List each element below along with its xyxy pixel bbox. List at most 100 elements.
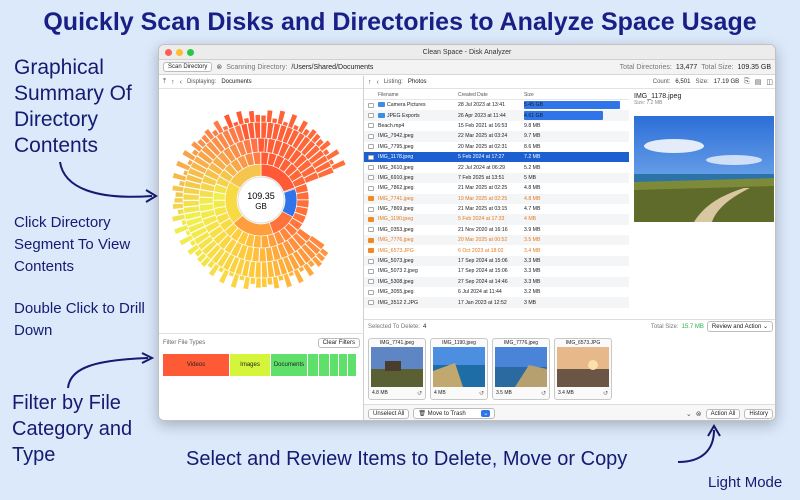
sunburst-segment[interactable] [249, 276, 256, 285]
export-icon[interactable]: ⎘ [744, 78, 750, 86]
table-row[interactable]: IMG_1190.jpeg 5 Feb 2024 at 17:33 4 MB [364, 214, 629, 225]
back-icon[interactable]: ‹ [180, 79, 182, 86]
table-row[interactable]: IMG_5073.jpeg 17 Sep 2024 at 15:06 3.3 MB [364, 255, 629, 267]
col-filename[interactable]: Filename [378, 92, 458, 98]
flag-icon[interactable] [368, 196, 374, 202]
sunburst-chart[interactable]: 109.35GB [159, 92, 364, 332]
history-button[interactable]: History [744, 408, 773, 419]
table-row[interactable]: IMG_7942.jpeg 22 Mar 2025 at 03:24 9.7 MB [364, 131, 629, 142]
table-row[interactable]: IMG_3055.jpeg 6 Jul 2024 at 11:44 3.2 MB [364, 287, 629, 297]
minimize-window-button[interactable] [176, 49, 183, 56]
select-checkbox[interactable] [368, 165, 374, 171]
filter-type-segment[interactable] [330, 354, 338, 376]
table-row[interactable]: IMG_5308.jpeg 27 Sep 2024 at 14:46 3.3 MB [364, 276, 629, 288]
flag-icon[interactable] [368, 216, 374, 222]
sunburst-segment[interactable] [253, 121, 261, 139]
sunburst-segment[interactable] [254, 261, 262, 279]
table-row[interactable]: Beach.mp4 15 Feb 2021 at 16:53 9.8 MB [364, 121, 629, 131]
sunburst-segment[interactable] [254, 114, 261, 123]
filter-type-segment[interactable] [308, 354, 318, 376]
sunburst-segment[interactable] [266, 276, 274, 286]
table-row[interactable]: IMG_0353.jpeg 21 Nov 2020 at 16:16 3.9 MB [364, 225, 629, 235]
select-checkbox[interactable] [368, 102, 374, 108]
thumb-item[interactable]: IMG_6573.JPG 3.4 MB ↺ [554, 338, 612, 400]
sunburst-segment[interactable] [172, 203, 184, 210]
col-created-date[interactable]: Created Date [458, 92, 524, 98]
table-row[interactable]: Camera Pictures 28 Jul 2023 at 13:41 5.45 … [364, 100, 629, 110]
undo-icon[interactable]: ↺ [541, 390, 546, 397]
sunburst-segment[interactable] [180, 219, 188, 226]
filter-type-segment[interactable] [339, 354, 347, 376]
select-checkbox[interactable] [368, 185, 374, 191]
table-row[interactable]: IMG_3512 2.JPG 17 Jan 2023 at 12:52 3 MB [364, 297, 629, 308]
sunburst-segment[interactable] [257, 137, 266, 153]
select-checkbox[interactable] [368, 258, 374, 264]
table-row[interactable]: IMG_7869.jpeg 21 Mar 2025 at 03:15 4.7 MB [364, 204, 629, 214]
unselect-all-button[interactable]: Unselect All [368, 408, 410, 419]
sunburst-segment[interactable] [243, 117, 250, 125]
action-all-button[interactable]: Action All [705, 408, 741, 419]
select-checkbox[interactable] [368, 268, 374, 274]
sunburst-segment[interactable] [173, 197, 184, 204]
table-row[interactable]: IMG_1178.jpeg 5 Feb 2024 at 17:27 7.2 MB [364, 151, 629, 163]
table-row[interactable]: IMG_7776.jpeg 20 Mar 2025 at 00:52 3.5 MB [364, 235, 629, 246]
sunburst-segment[interactable] [259, 247, 267, 263]
sunburst-segment[interactable] [178, 180, 186, 187]
select-checkbox[interactable] [368, 206, 374, 212]
undo-icon[interactable]: ↺ [417, 390, 422, 397]
select-checkbox[interactable] [368, 154, 374, 160]
sunburst-segment[interactable] [261, 261, 269, 279]
table-row[interactable]: IMG_6910.jpeg 7 Feb 2025 at 13:51 5 MB [364, 172, 629, 184]
go-up-icon[interactable]: ↑ [171, 79, 175, 86]
filter-type-segment[interactable] [348, 354, 356, 376]
sunburst-segment[interactable] [271, 117, 278, 124]
flag-icon[interactable] [368, 237, 374, 243]
table-row[interactable]: JPEG Exports 26 Apr 2023 at 11:44 4.61 GB [364, 110, 629, 121]
undo-icon[interactable]: ↺ [479, 390, 484, 397]
columns-icon[interactable]: ▤ [755, 78, 762, 86]
table-row[interactable]: IMG_3610.jpeg 22 Jul 2024 at 06:29 5.2 MB [364, 162, 629, 172]
filter-type-segment[interactable] [319, 354, 329, 376]
table-row[interactable]: IMG_7741.jpeg 19 Mar 2025 at 02:25 4.8 MB [364, 193, 629, 204]
select-checkbox[interactable] [368, 300, 374, 306]
scan-directory-button[interactable]: Scan Directory [163, 62, 213, 72]
cancel-scan-icon[interactable]: ⊗ [216, 63, 222, 71]
select-checkbox[interactable] [368, 289, 374, 295]
filter-images[interactable]: Images [230, 354, 270, 376]
close-window-button[interactable] [165, 49, 172, 56]
sunburst-segment[interactable] [182, 193, 200, 201]
table-row[interactable]: IMG_6573.JPG 6 Oct 2023 at 18:02 3.4 MB [364, 245, 629, 255]
select-checkbox[interactable] [368, 113, 374, 119]
table-row[interactable]: IMG_5073 2.jpeg 17 Sep 2024 at 15:06 3.3 M… [364, 266, 629, 276]
filter-videos[interactable]: Videos [163, 354, 229, 376]
back-icon[interactable]: ‹ [377, 79, 379, 86]
thumb-item[interactable]: IMG_7741.jpeg 4.8 MB ↺ [368, 338, 426, 400]
sunburst-segment[interactable] [261, 277, 268, 288]
zoom-window-button[interactable] [187, 49, 194, 56]
sunburst-segment[interactable] [260, 114, 267, 123]
review-action-button[interactable]: Review and Action ⌄ [706, 321, 773, 332]
sunburst-segment[interactable] [266, 109, 274, 124]
table-row[interactable]: IMG_7795.jpeg 20 Mar 2025 at 02:31 8.6 MB [364, 142, 629, 152]
table-row[interactable]: IMG_7862.jpeg 21 Mar 2025 at 02:25 4.8 MB [364, 183, 629, 193]
sidebar-toggle-icon[interactable]: ◫ [766, 78, 773, 86]
go-top-icon[interactable]: ⤒ [163, 78, 166, 86]
select-checkbox[interactable] [368, 123, 374, 129]
thumb-item[interactable]: IMG_1190.jpeg 4 MB ↺ [430, 338, 488, 400]
sunburst-segment[interactable] [277, 274, 285, 282]
sunburst-segment[interactable] [182, 200, 200, 208]
sunburst-segment[interactable] [174, 191, 184, 198]
thumb-item[interactable]: IMG_7776.jpeg 3.5 MB ↺ [492, 338, 550, 400]
cancel-icon[interactable]: ⊗ [696, 410, 702, 418]
flag-icon[interactable] [368, 248, 374, 254]
filter-documents[interactable]: Documents [271, 354, 307, 376]
col-size[interactable]: Size [524, 90, 624, 99]
sunburst-segment[interactable] [198, 196, 214, 205]
sunburst-segment[interactable] [260, 121, 268, 139]
select-checkbox[interactable] [368, 175, 374, 181]
chevron-down-icon[interactable]: ⌄ [686, 410, 692, 418]
sunburst-segment[interactable] [238, 274, 246, 282]
select-checkbox[interactable] [368, 144, 374, 150]
select-checkbox[interactable] [368, 279, 374, 285]
select-checkbox[interactable] [368, 133, 374, 139]
